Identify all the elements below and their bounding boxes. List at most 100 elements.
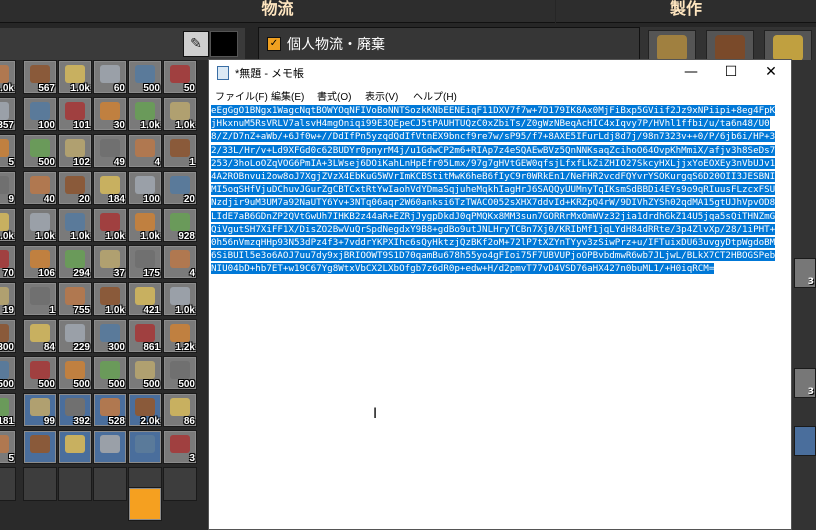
inventory-slot[interactable]: 70 [0, 245, 16, 279]
item-icon [100, 287, 120, 305]
maximize-button[interactable]: ☐ [711, 60, 751, 86]
inventory-slot[interactable]: 1.0k [58, 60, 92, 94]
item-count: 1.0k [140, 231, 160, 242]
inventory-slot[interactable] [163, 467, 197, 501]
personal-logistics-checkbox[interactable]: ✓ [267, 37, 281, 51]
item-icon [30, 139, 50, 157]
menu-edit[interactable]: 編集(E) [271, 88, 304, 103]
inventory-slot[interactable]: 392 [58, 393, 92, 427]
inventory-slot[interactable]: 2.0k [128, 393, 162, 427]
menu-help[interactable]: ヘルプ(H) [413, 88, 457, 103]
inventory-slot[interactable]: 86 [163, 393, 197, 427]
minimize-button[interactable]: — [671, 60, 711, 86]
item-icon [170, 65, 190, 83]
selected-text: eEgGgO1BNgx1WagcNqtBOWYOqNFIVoBoNNTSozkK… [211, 104, 777, 276]
inventory-slot[interactable]: 229 [58, 319, 92, 353]
item-icon [65, 102, 85, 120]
item-count: 300 [108, 342, 125, 353]
inventory-slot[interactable]: 357 [0, 97, 16, 131]
inventory-slot[interactable]: 1.0k [128, 208, 162, 242]
inventory-slot[interactable]: 50 [163, 60, 197, 94]
inventory-slot[interactable]: 19 [0, 282, 16, 316]
menu-view[interactable]: 表示(V) [365, 88, 398, 103]
inventory-slot[interactable]: 5 [0, 430, 16, 464]
inventory-slot[interactable]: 100 [23, 97, 57, 131]
inventory-slot[interactable]: 5 [0, 134, 16, 168]
inventory-slot[interactable]: 500 [163, 356, 197, 390]
inventory-slot[interactable] [93, 430, 127, 464]
inventory-slot[interactable]: 500 [93, 356, 127, 390]
inventory-slot[interactable]: 1 [23, 282, 57, 316]
inventory-slot[interactable] [0, 467, 16, 501]
inventory-slot[interactable]: 175 [128, 245, 162, 279]
inventory-slot[interactable]: 1.0k [163, 282, 197, 316]
close-button[interactable]: ✕ [751, 60, 791, 86]
inventory-slot[interactable]: 102 [58, 134, 92, 168]
inventory-slot[interactable]: 20 [58, 171, 92, 205]
inventory-slot[interactable]: 500 [128, 60, 162, 94]
inventory-slot[interactable]: 1.0k [163, 97, 197, 131]
text-editor[interactable]: eEgGgO1BNgx1WagcNqtBOWYOqNFIVoBoNNTSozkK… [209, 104, 791, 529]
color-swatch[interactable] [210, 31, 238, 57]
inventory-slot[interactable]: 101 [58, 97, 92, 131]
inventory-slot[interactable]: 1.0k [23, 208, 57, 242]
inventory-slot[interactable]: 294 [58, 245, 92, 279]
inventory-slot[interactable] [128, 430, 162, 464]
inventory-slot[interactable]: 1.0k [0, 208, 16, 242]
inventory-slot[interactable]: 528 [93, 393, 127, 427]
inventory-slot[interactable]: 500 [23, 356, 57, 390]
inventory-slot[interactable]: 100 [128, 171, 162, 205]
inventory-slot[interactable]: 106 [23, 245, 57, 279]
inventory-slot[interactable]: 1.0k [0, 60, 16, 94]
inventory-slot[interactable]: 99 [23, 393, 57, 427]
inventory-slot[interactable] [58, 467, 92, 501]
inventory-slot[interactable]: 1.2k [163, 319, 197, 353]
inventory-slot[interactable]: 49 [93, 134, 127, 168]
inventory-slot[interactable]: 567 [23, 60, 57, 94]
inventory-slot[interactable]: 3 [794, 368, 816, 398]
inventory-slot[interactable]: 20 [163, 171, 197, 205]
inventory-slot[interactable] [93, 467, 127, 501]
item-count: 100 [143, 194, 160, 205]
item-count: 500 [178, 379, 195, 390]
inventory-slot[interactable]: 9 [0, 171, 16, 205]
inventory-slot[interactable]: 4 [128, 134, 162, 168]
inventory-slot[interactable]: 500 [23, 134, 57, 168]
inventory-slot[interactable]: 300 [0, 319, 16, 353]
inventory-slot[interactable] [23, 467, 57, 501]
inventory-slot[interactable]: 1.0k [93, 208, 127, 242]
inventory-slot[interactable]: 3 [794, 258, 816, 288]
inventory-slot[interactable]: 37 [93, 245, 127, 279]
inventory-slot[interactable]: 861 [128, 319, 162, 353]
item-count: 70 [2, 268, 14, 279]
item-icon [0, 213, 9, 231]
inventory-slot[interactable]: 421 [128, 282, 162, 316]
eyedropper-icon[interactable]: ✎ [183, 31, 209, 57]
inventory-slot[interactable]: 500 [0, 356, 16, 390]
menu-file[interactable]: ファイル(F) [215, 88, 268, 103]
inventory-slot[interactable]: 1.0k [128, 97, 162, 131]
inventory-slot[interactable]: 755 [58, 282, 92, 316]
menu-format[interactable]: 書式(O) [317, 88, 351, 103]
inventory-slot[interactable]: 1 [163, 134, 197, 168]
inventory-slot[interactable]: 84 [23, 319, 57, 353]
inventory-slot[interactable] [23, 430, 57, 464]
inventory-slot[interactable]: 1.0k [93, 282, 127, 316]
inventory-slot[interactable] [794, 426, 816, 456]
inventory-slot[interactable]: 1.0k [58, 208, 92, 242]
title-bar[interactable]: *無題 - メモ帳 — ☐ ✕ [209, 60, 791, 86]
inventory-slot[interactable]: 60 [93, 60, 127, 94]
inventory-slot[interactable]: 500 [58, 356, 92, 390]
inventory-slot[interactable]: 30 [93, 97, 127, 131]
inventory-slot[interactable]: 928 [163, 208, 197, 242]
inventory-slot[interactable]: 40 [23, 171, 57, 205]
inventory-slot-selected[interactable] [128, 487, 162, 521]
inventory-slot[interactable]: 181 [0, 393, 16, 427]
inventory-slot[interactable]: 184 [93, 171, 127, 205]
inventory-slot[interactable]: 4 [163, 245, 197, 279]
inventory-slot[interactable] [58, 430, 92, 464]
inventory-slot[interactable]: 500 [128, 356, 162, 390]
item-count: 3 [189, 453, 195, 464]
inventory-slot[interactable]: 300 [93, 319, 127, 353]
inventory-slot[interactable]: 3 [163, 430, 197, 464]
